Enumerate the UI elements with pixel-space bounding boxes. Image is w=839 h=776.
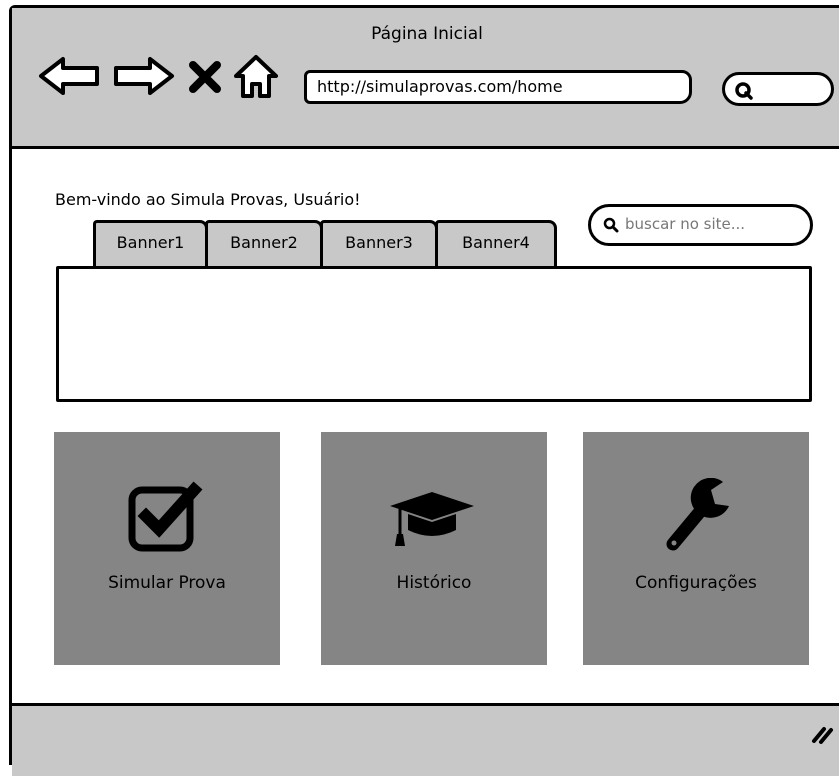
banner-panel — [56, 266, 812, 402]
site-search-placeholder: buscar no site... — [625, 215, 746, 233]
tab-banner3[interactable]: Banner3 — [320, 220, 438, 268]
wrench-icon — [666, 478, 729, 551]
browser-window: Página Inicial http://simulaprovas.com/h… — [9, 5, 839, 776]
forward-icon[interactable] — [110, 54, 176, 98]
close-icon[interactable] — [188, 60, 222, 94]
back-icon[interactable] — [37, 54, 103, 98]
resize-grip-icon[interactable] — [810, 723, 834, 745]
url-input[interactable]: http://simulaprovas.com/home — [304, 70, 692, 104]
checkbox-check-icon — [128, 481, 203, 552]
welcome-message: Bem-vindo ao Simula Provas, Usuário! — [55, 190, 361, 209]
tab-banner4[interactable]: Banner4 — [435, 220, 557, 268]
window-title: Página Inicial — [371, 24, 483, 44]
site-search-input[interactable]: buscar no site... — [588, 204, 813, 246]
home-icon[interactable] — [232, 54, 280, 100]
graduation-cap-icon — [390, 492, 474, 546]
browser-toolbar: Página Inicial http://simulaprovas.com/h… — [12, 8, 839, 149]
tile-label: Histórico — [396, 573, 472, 593]
configuracoes-button[interactable]: Configurações — [583, 432, 809, 665]
browser-search-field[interactable] — [722, 72, 834, 106]
status-bar — [12, 703, 839, 776]
search-icon — [735, 82, 753, 100]
tab-banner1[interactable]: Banner1 — [93, 220, 208, 268]
historico-button[interactable]: Histórico — [321, 432, 547, 665]
tab-banner2[interactable]: Banner2 — [205, 220, 323, 268]
tile-label: Simular Prova — [108, 573, 226, 593]
tile-label: Configurações — [635, 573, 757, 593]
simular-prova-button[interactable]: Simular Prova — [54, 432, 280, 665]
search-icon — [603, 217, 619, 233]
